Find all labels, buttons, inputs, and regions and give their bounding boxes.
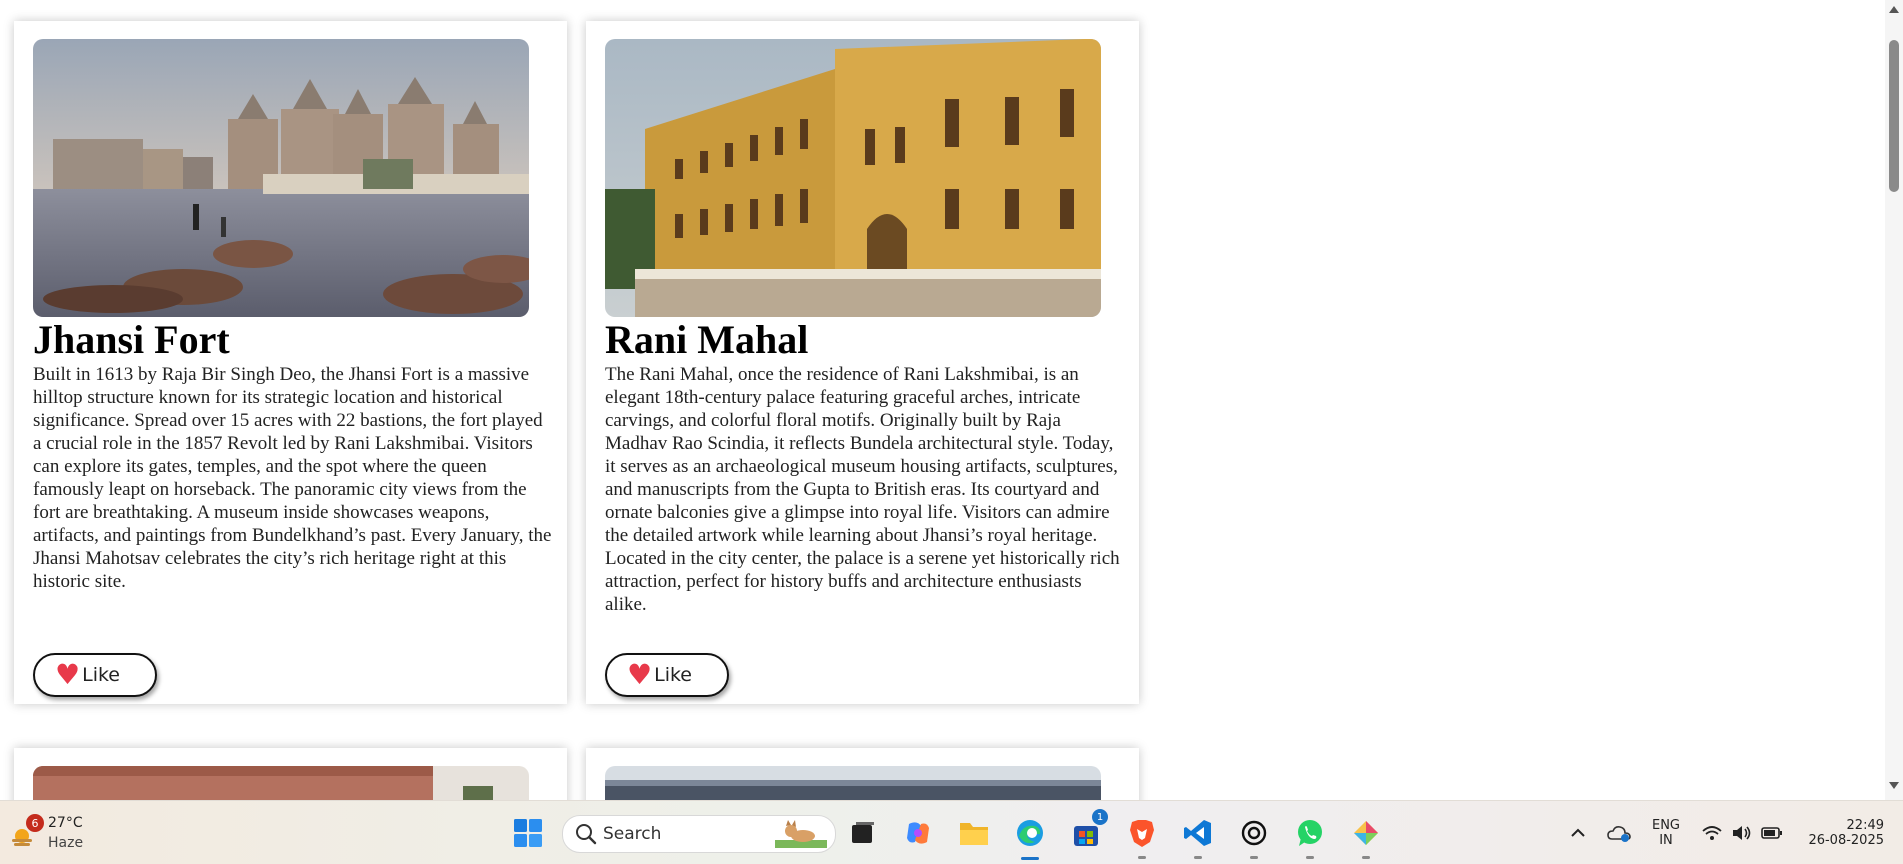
language-line1: ENG: [1651, 818, 1680, 833]
clock[interactable]: 22:49 26-08-2025: [1796, 813, 1884, 853]
store-icon[interactable]: 1: [1066, 809, 1108, 853]
scrollbar-thumb[interactable]: [1889, 40, 1899, 192]
vscode-icon[interactable]: [1178, 813, 1218, 859]
start-icon[interactable]: [508, 813, 548, 853]
search-label: Search: [603, 824, 662, 844]
weather-condition: Haze: [48, 835, 84, 851]
place-card-partial: [14, 748, 567, 800]
weather-badge: 6: [26, 814, 44, 832]
chatgpt-icon[interactable]: [1234, 813, 1274, 859]
language-line2: IN: [1659, 833, 1673, 848]
search-icon: [576, 824, 597, 845]
onedrive-icon[interactable]: [1606, 821, 1632, 845]
like-label: Like: [82, 664, 120, 686]
card-description: Built in 1613 by Raja Bir Singh Deo, the…: [33, 364, 552, 592]
like-button[interactable]: ♥ Like: [605, 653, 729, 697]
clock-date: 26-08-2025: [1808, 833, 1884, 848]
wifi-icon[interactable]: [1700, 821, 1724, 845]
paint-icon[interactable]: [1346, 813, 1386, 859]
jhansi-fort-image: [33, 39, 529, 317]
card-image-partial: [605, 766, 1101, 800]
language-indicator[interactable]: ENG IN: [1648, 815, 1684, 851]
like-button[interactable]: ♥ Like: [33, 653, 157, 697]
search-highlight-icon: [775, 820, 827, 848]
whatsapp-icon[interactable]: [1290, 813, 1330, 859]
clock-time: 22:49: [1846, 818, 1884, 833]
card-description: The Rani Mahal, once the residence of Ra…: [605, 364, 1120, 615]
place-card-partial: [586, 748, 1139, 800]
store-badge: 1: [1092, 809, 1108, 825]
weather-temp: 27°C: [48, 815, 83, 831]
heart-icon: ♥: [627, 658, 653, 691]
task-view-icon[interactable]: [842, 813, 882, 853]
rani-mahal-image: [605, 39, 1101, 317]
file-explorer-icon[interactable]: [954, 813, 994, 853]
taskbar: 6 27°C Haze Search 1 ENG IN 22:49 26-08-…: [0, 800, 1903, 864]
volume-icon[interactable]: [1730, 821, 1754, 845]
taskbar-search[interactable]: Search: [562, 815, 836, 853]
weather-widget[interactable]: 6 27°C Haze: [8, 813, 88, 853]
edge-icon[interactable]: [1010, 813, 1050, 860]
page-scrollbar[interactable]: [1885, 0, 1903, 800]
browser-viewport: Jhansi Fort Built in 1613 by Raja Bir Si…: [0, 0, 1885, 800]
place-card-jhansi-fort: Jhansi Fort Built in 1613 by Raja Bir Si…: [14, 21, 567, 704]
card-title: Rani Mahal: [605, 317, 809, 362]
heart-icon: ♥: [55, 658, 81, 691]
scroll-up-icon[interactable]: [1889, 6, 1899, 13]
like-label: Like: [654, 664, 692, 686]
card-title: Jhansi Fort: [33, 317, 230, 362]
chevron-up-icon[interactable]: [1566, 821, 1590, 845]
copilot-icon[interactable]: [898, 813, 938, 853]
card-image-partial: [33, 766, 529, 800]
active-app-indicator: [1021, 857, 1039, 860]
scroll-down-icon[interactable]: [1889, 782, 1899, 789]
brave-icon[interactable]: [1122, 813, 1162, 859]
battery-icon[interactable]: [1760, 821, 1784, 845]
place-card-rani-mahal: Rani Mahal The Rani Mahal, once the resi…: [586, 21, 1139, 704]
